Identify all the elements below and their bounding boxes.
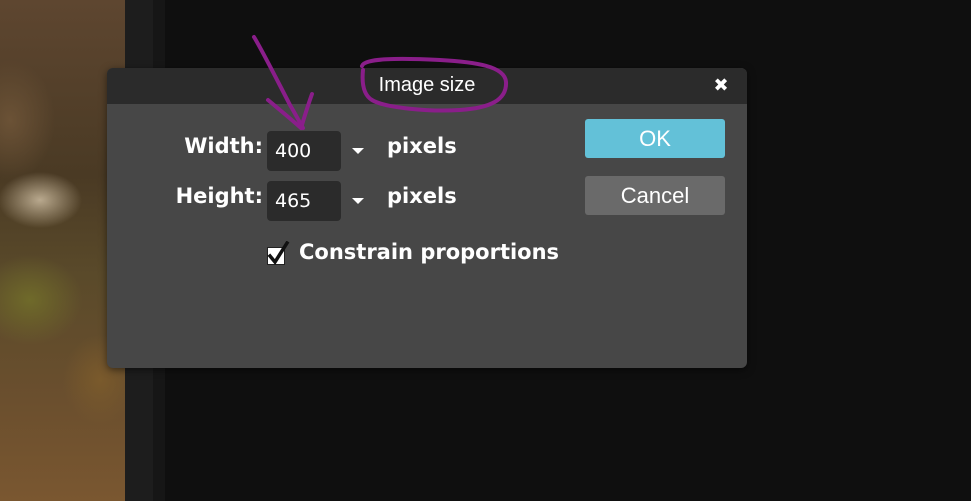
close-icon[interactable]: ✖ [711,76,731,96]
height-unit: pixels [387,184,457,208]
height-input[interactable] [267,181,341,221]
chevron-down-icon[interactable] [350,193,366,209]
height-label: Height: [175,184,263,208]
chevron-down-icon[interactable] [350,143,366,159]
constrain-proportions-label[interactable]: Constrain proportions [299,240,559,264]
width-input[interactable] [267,131,341,171]
ok-button[interactable]: OK [585,119,725,158]
constrain-proportions-checkbox[interactable] [267,241,290,265]
app-window: Image size ✖ Width: pixels Height: pixel… [0,0,971,501]
check-icon [267,241,290,265]
image-size-dialog: Image size ✖ Width: pixels Height: pixel… [107,68,747,368]
cancel-button[interactable]: Cancel [585,176,725,215]
width-unit: pixels [387,134,457,158]
dialog-title: Image size [378,74,476,96]
width-label: Width: [184,134,263,158]
